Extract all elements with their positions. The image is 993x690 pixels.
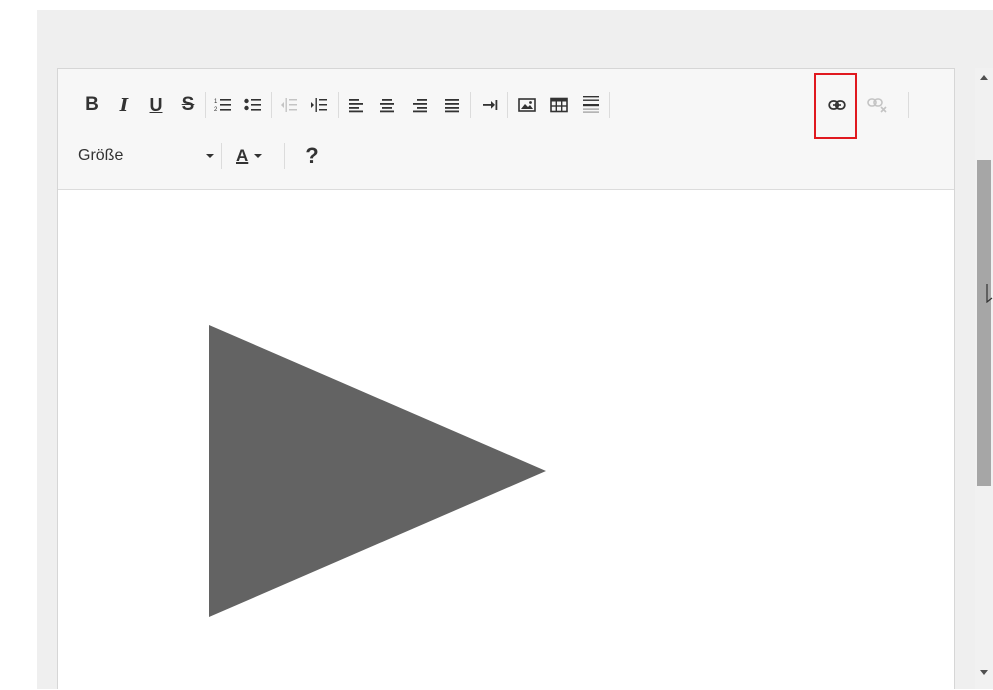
- horizontal-rule-icon: [583, 96, 599, 113]
- scroll-up-button[interactable]: [975, 68, 993, 86]
- rich-text-editor: B I U S 1 2 Größe A ?: [57, 68, 955, 690]
- play-triangle-shape[interactable]: [209, 325, 549, 621]
- chevron-down-icon: [206, 154, 214, 158]
- chevron-down-icon: [254, 154, 263, 158]
- toolbar-divider: [338, 92, 339, 118]
- toolbar-divider: [470, 92, 471, 118]
- outdent-icon: [281, 98, 297, 112]
- align-center-icon: [380, 99, 394, 113]
- tab-icon: [483, 100, 498, 110]
- italic-button[interactable]: I: [111, 92, 137, 118]
- align-justify-icon: [445, 99, 459, 113]
- help-icon: ?: [305, 143, 319, 168]
- font-size-dropdown[interactable]: Größe: [78, 143, 214, 169]
- scroll-down-button[interactable]: [975, 663, 993, 681]
- svg-text:2: 2: [214, 107, 218, 113]
- toolbar-divider: [205, 92, 206, 118]
- image-icon: [518, 98, 536, 112]
- strikethrough-button[interactable]: S: [175, 92, 201, 118]
- align-justify-button[interactable]: [439, 92, 465, 118]
- ordered-list-icon: 1 2: [214, 99, 231, 113]
- toolbar-divider: [507, 92, 508, 118]
- insert-image-button[interactable]: [514, 92, 540, 118]
- unordered-list-icon: [244, 98, 261, 111]
- link-button[interactable]: [824, 92, 850, 118]
- arrow-up-icon: [980, 74, 988, 80]
- help-button[interactable]: ?: [299, 143, 325, 169]
- ordered-list-button[interactable]: 1 2: [210, 92, 236, 118]
- outdent-button[interactable]: [276, 92, 302, 118]
- table-icon: [550, 97, 568, 113]
- arrow-down-icon: [980, 669, 988, 675]
- svg-text:1: 1: [214, 99, 218, 105]
- toolbar-divider: [284, 143, 285, 169]
- font-color-icon: A: [236, 146, 249, 165]
- align-left-icon: [349, 99, 363, 113]
- align-right-icon: [413, 99, 427, 113]
- editor-content[interactable]: [58, 190, 954, 690]
- horizontal-rule-button[interactable]: [578, 92, 604, 118]
- align-left-button[interactable]: [343, 92, 369, 118]
- tab-button[interactable]: [477, 92, 503, 118]
- vertical-scrollbar[interactable]: [975, 68, 993, 689]
- align-right-button[interactable]: [407, 92, 433, 118]
- text-cursor-icon: [986, 284, 993, 303]
- font-size-label: Größe: [78, 147, 124, 164]
- bold-button[interactable]: B: [79, 92, 105, 118]
- unlink-button[interactable]: [864, 92, 890, 118]
- indent-button[interactable]: [306, 92, 332, 118]
- unordered-list-button[interactable]: [240, 92, 266, 118]
- toolbar-divider: [908, 92, 909, 118]
- indent-icon: [311, 98, 327, 112]
- align-center-button[interactable]: [374, 92, 400, 118]
- toolbar-divider: [609, 92, 610, 118]
- insert-table-button[interactable]: [546, 92, 572, 118]
- editor-toolbar: B I U S 1 2 Größe A ?: [58, 69, 954, 190]
- unlink-icon: [867, 98, 887, 113]
- underline-button[interactable]: U: [143, 92, 169, 118]
- toolbar-divider: [221, 143, 222, 169]
- toolbar-divider: [271, 92, 272, 118]
- scrollbar-thumb[interactable]: [977, 160, 991, 486]
- link-icon: [828, 100, 846, 110]
- font-color-button[interactable]: A: [230, 143, 270, 169]
